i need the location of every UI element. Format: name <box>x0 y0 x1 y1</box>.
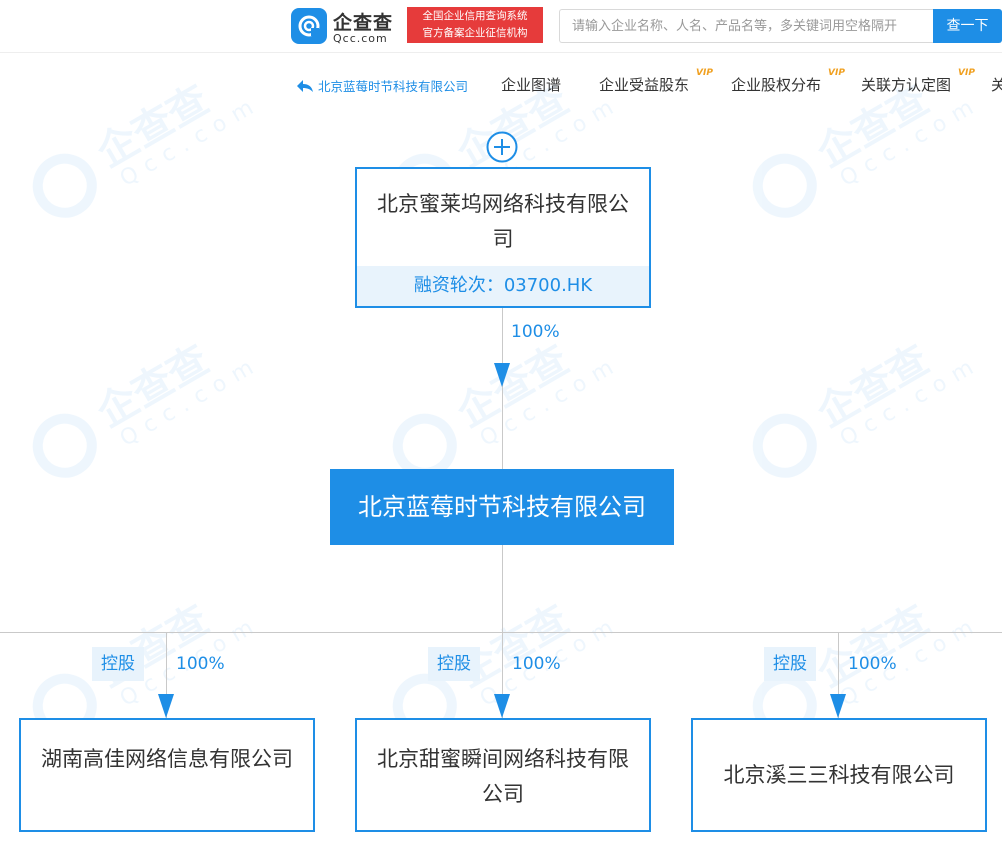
tab-beneficial-shareholders[interactable]: 企业受益股东 VIP <box>599 68 713 95</box>
parent-share-label: 100% <box>511 322 560 342</box>
logo-domain: Qcc.com <box>333 32 388 45</box>
top-bar: 企查查 Qcc.com 全国企业信用查询系统 官方备案企业征信机构 查一下 <box>0 0 1002 53</box>
back-arrow-icon <box>297 79 313 92</box>
tab-more[interactable]: 关 <box>991 74 1002 95</box>
tab-related-party-graph[interactable]: 关联方认定图 VIP <box>861 68 975 95</box>
holding-tag: 控股 <box>92 647 144 681</box>
badge-line-1: 全国企业信用查询系统 <box>422 10 528 22</box>
child-company-name: 北京甜蜜瞬间网络科技有限公司 <box>377 747 629 806</box>
site-logo[interactable]: 企查查 Qcc.com <box>291 8 401 45</box>
vip-badge: VIP <box>958 68 975 78</box>
child-share-label: 100% <box>848 654 897 674</box>
holding-tag: 控股 <box>764 647 816 681</box>
child-company-name: 湖南高佳网络信息有限公司 <box>41 747 293 771</box>
child-company-node[interactable]: 北京甜蜜瞬间网络科技有限公司 <box>355 718 651 832</box>
child-edge-arrow-icon <box>494 694 510 718</box>
children-connector-line <box>0 632 1002 633</box>
tab-equity-distribution[interactable]: 企业股权分布 VIP <box>731 68 845 95</box>
main-edge-line <box>502 545 503 633</box>
vip-badge: VIP <box>828 68 845 78</box>
badge-line-2: 官方备案企业征信机构 <box>422 27 528 39</box>
holding-tag: 控股 <box>428 647 480 681</box>
search-input[interactable] <box>559 9 934 43</box>
parent-edge-line <box>502 308 503 469</box>
back-link-label: 北京蓝莓时节科技有限公司 <box>318 79 469 94</box>
logo-mark-icon <box>291 8 327 44</box>
certification-badge: 全国企业信用查询系统 官方备案企业征信机构 <box>407 7 543 43</box>
vip-badge: VIP <box>696 68 713 78</box>
child-edge-arrow-icon <box>158 694 174 718</box>
logo-name: 企查查 <box>333 12 394 34</box>
graph-tabs: 北京蓝莓时节科技有限公司 企业图谱 企业受益股东 VIP 企业股权分布 VIP … <box>0 62 1002 102</box>
child-company-node[interactable]: 北京溪三三科技有限公司 <box>691 718 987 832</box>
child-edge-arrow-icon <box>830 694 846 718</box>
search-button[interactable]: 查一下 <box>933 9 1002 43</box>
child-share-label: 100% <box>512 654 561 674</box>
parent-financing-info: 融资轮次：03700.HK <box>357 266 649 306</box>
child-company-node[interactable]: 湖南高佳网络信息有限公司 <box>19 718 315 832</box>
parent-company-name: 北京蜜莱坞网络科技有限公司 <box>377 192 629 251</box>
watermark: 企查查 Qcc.com <box>726 288 994 512</box>
tab-enterprise-graph[interactable]: 企业图谱 <box>501 74 561 95</box>
child-company-name: 北京溪三三科技有限公司 <box>723 763 955 787</box>
main-company-node[interactable]: 北京蓝莓时节科技有限公司 <box>330 469 674 545</box>
expand-parent-icon[interactable] <box>486 131 518 163</box>
parent-company-node[interactable]: 北京蜜莱坞网络科技有限公司 融资轮次：03700.HK <box>355 167 651 308</box>
watermark: 企查查 Qcc.com <box>6 288 274 512</box>
child-share-label: 100% <box>176 654 225 674</box>
back-link[interactable]: 北京蓝莓时节科技有限公司 <box>296 76 468 95</box>
parent-edge-arrow-icon <box>494 363 510 387</box>
